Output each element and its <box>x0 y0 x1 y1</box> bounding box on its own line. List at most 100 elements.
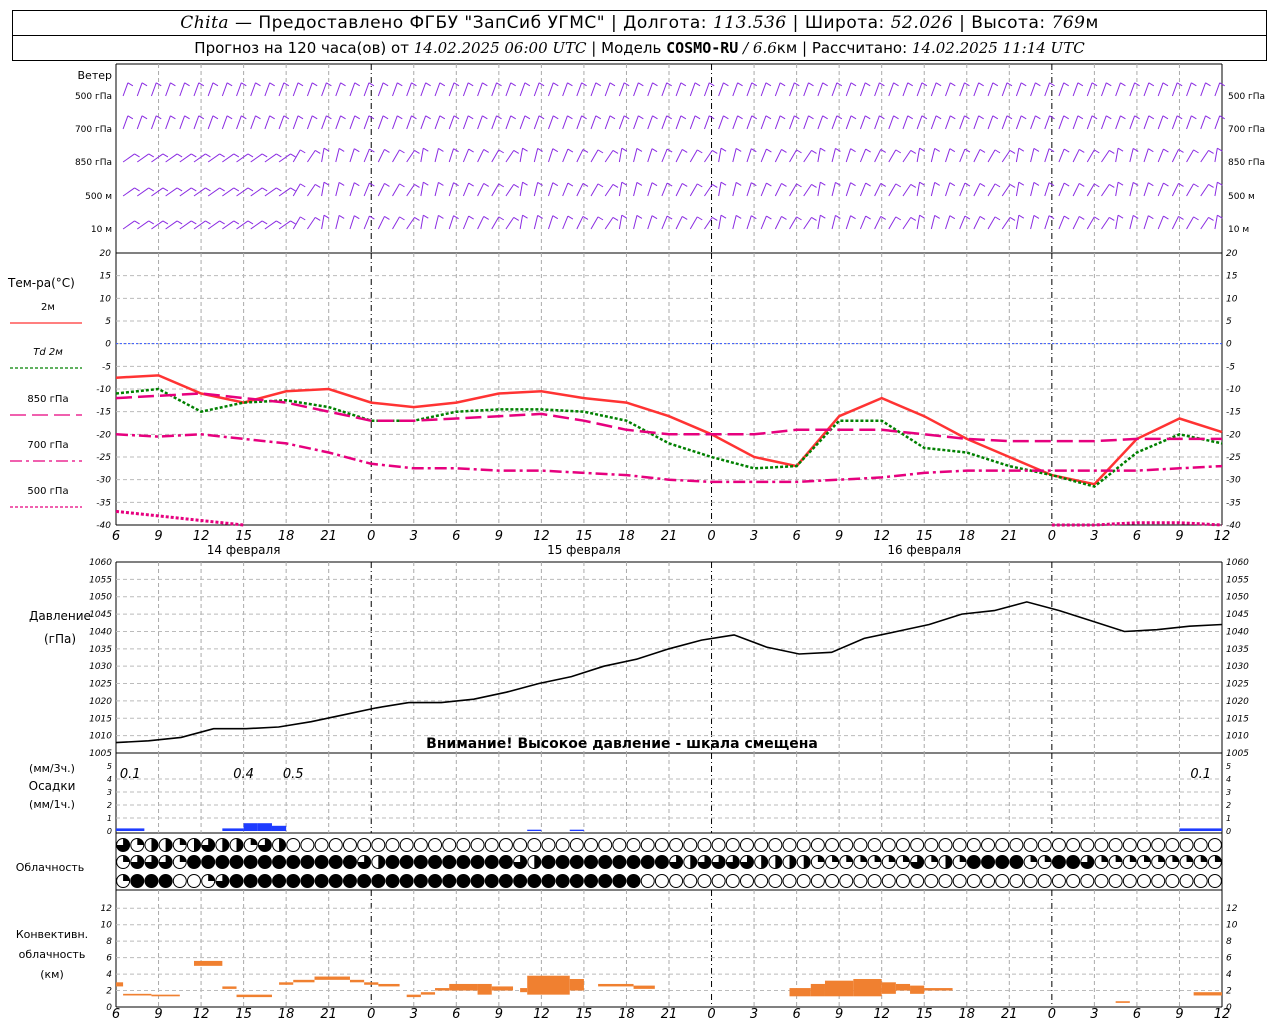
cloud-symbol <box>981 855 996 869</box>
wind-barb-feather <box>384 182 390 187</box>
cloud-symbol <box>895 838 910 852</box>
wind-barb <box>1157 182 1164 197</box>
pres-ytick-left: 1035 <box>89 645 112 655</box>
cloud-symbol <box>357 838 372 852</box>
wind-barb-feather <box>1009 149 1016 154</box>
wind-barb-feather <box>368 82 375 87</box>
wind-level-right: 500 гПа <box>1228 92 1265 102</box>
conv-bar <box>824 980 854 997</box>
temp-ytick-right: -30 <box>1226 476 1241 486</box>
wind-barb <box>321 115 327 130</box>
wind-barb <box>1044 182 1050 197</box>
wind-barb <box>193 187 206 197</box>
cloud-symbol <box>1023 838 1038 852</box>
wind-barb <box>547 182 554 197</box>
wind-barb <box>434 82 441 97</box>
conv-bar <box>789 988 811 997</box>
temp-xtick: 3 <box>1090 529 1098 544</box>
wind-barb-feather <box>1117 147 1124 152</box>
cloud-symbol <box>810 838 825 852</box>
date-label: 15 февраля <box>547 543 621 557</box>
wind-barb-feather <box>205 220 211 225</box>
wind-barb <box>1186 82 1192 97</box>
wind-barb <box>959 148 966 163</box>
precip-ytick-left: 5 <box>107 762 112 771</box>
wind-barb <box>902 184 912 197</box>
legend-500-label: 500 гПа <box>27 486 68 497</box>
wind-barb <box>959 215 966 230</box>
wind-level-left: 500 гПа <box>75 92 112 102</box>
wind-barb-feather <box>1148 148 1154 153</box>
wind-barb-feather <box>723 115 729 120</box>
conv-bar <box>123 993 152 996</box>
wind-barb <box>973 82 980 97</box>
conv-bar <box>435 988 450 991</box>
wind-barb <box>491 183 500 197</box>
wind-barb <box>420 148 424 163</box>
wind-barb-feather <box>1033 181 1040 186</box>
wind-level-right: 10 м <box>1228 225 1249 235</box>
wind-barb-feather <box>261 153 268 158</box>
wind-barb-feather <box>979 215 986 220</box>
wind-barb <box>1086 183 1095 197</box>
wind-barb <box>945 182 951 197</box>
wind-barb-feather <box>720 181 727 186</box>
wind-barb <box>1030 115 1036 130</box>
precip-ytick-left: 4 <box>107 775 112 784</box>
wind-barb <box>703 82 710 97</box>
pres-ytick-left: 1030 <box>89 662 112 672</box>
wind-barb-feather <box>822 115 828 120</box>
wind-barb-feather <box>498 183 505 188</box>
wind-barb <box>888 216 897 230</box>
wind-barb-feather <box>651 148 658 153</box>
pressure-warning: Внимание! Высокое давление - шкала смеще… <box>426 736 818 752</box>
wind-barb <box>1143 115 1150 130</box>
wind-barb-feather <box>482 82 488 87</box>
cloud-symbol <box>895 874 910 888</box>
wind-barb-feather <box>354 115 361 120</box>
conv-title-2: облачность <box>19 948 86 961</box>
wind-barb-feather <box>822 82 828 87</box>
wind-barb <box>1101 150 1110 163</box>
cloud-symbol-fill <box>945 855 953 869</box>
cloud-symbol <box>569 838 584 852</box>
cloud-symbol <box>981 874 996 888</box>
conv-ytick-left: 6 <box>106 954 112 964</box>
wind-barb <box>122 220 135 230</box>
wind-barb <box>845 215 852 230</box>
wind-barb <box>193 82 200 97</box>
wind-barb <box>817 215 821 230</box>
wind-barb-feather <box>681 148 688 153</box>
wind-barb-feather <box>314 216 321 221</box>
wind-barb <box>1015 215 1020 230</box>
pres-ytick-right: 1030 <box>1226 662 1249 672</box>
wind-barb-feather <box>311 82 318 87</box>
wind-barb-feather <box>796 216 802 221</box>
wind-barb-feather <box>978 115 984 120</box>
wind-barb <box>1044 115 1051 130</box>
pres-ytick-right: 1015 <box>1226 714 1249 724</box>
cloud-symbol <box>612 855 627 869</box>
conv-bar <box>1193 992 1222 996</box>
wind-barb-feather <box>992 115 999 120</box>
wind-barb <box>278 220 291 230</box>
temp-title: Тем-ра(°С) <box>7 276 75 290</box>
wind-barb-feather <box>1120 82 1126 87</box>
wind-barb <box>1015 82 1022 97</box>
wind-barb <box>789 115 795 130</box>
legend-td2m-label: Td 2м <box>33 347 63 358</box>
wind-barb <box>973 216 981 230</box>
cloud-symbol <box>130 874 145 888</box>
wind-barb <box>1157 148 1164 163</box>
wind-barb-feather <box>1035 115 1041 120</box>
wind-barb-feather <box>219 187 225 192</box>
wind-barb <box>562 148 569 163</box>
wind-level-left: 10 м <box>91 225 112 235</box>
wind-barb <box>803 150 812 163</box>
wind-barb <box>448 148 455 163</box>
wind-barb <box>774 82 781 97</box>
wind-barb <box>363 215 370 230</box>
pres-ytick-left: 1045 <box>89 610 112 620</box>
wind-barb-feather <box>964 215 971 220</box>
wind-barb-feather <box>276 153 282 158</box>
